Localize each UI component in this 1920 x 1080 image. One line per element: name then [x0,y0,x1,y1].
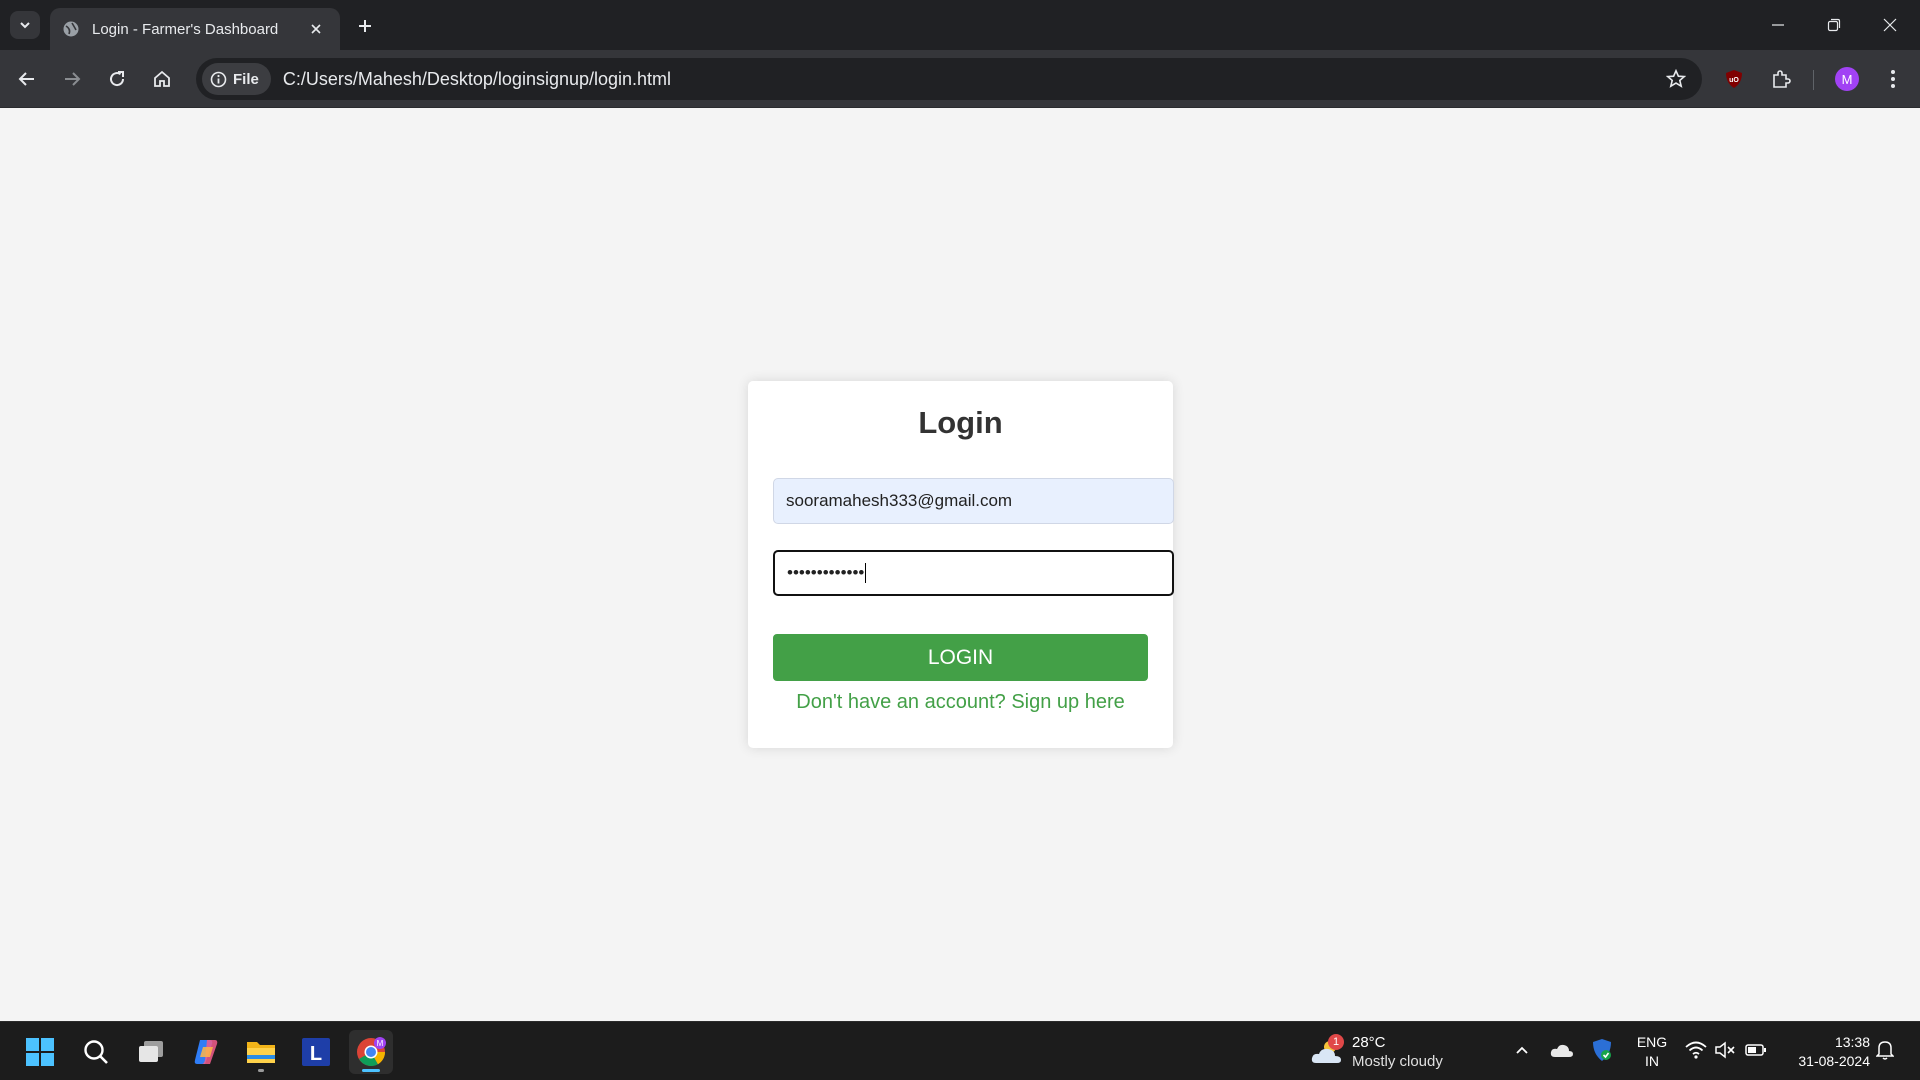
chrome-icon: M [357,1037,386,1067]
restore-icon [1827,18,1841,32]
svg-text:uO: uO [1729,77,1739,84]
reload-button[interactable] [100,62,134,96]
password-field[interactable]: ••••••••••••• [773,550,1174,596]
weather-alert-badge: 1 [1328,1034,1344,1050]
login-title: Login [918,405,1003,440]
clock[interactable]: 13:38 31-08-2024 [1780,1033,1870,1071]
tab-title: Login - Farmer's Dashboard [92,20,279,38]
browser-menu-button[interactable] [1876,62,1910,96]
info-icon [210,71,227,87]
chevron-up-icon [1516,1046,1528,1054]
copilot-icon [194,1040,218,1064]
clock-time: 13:38 [1834,1034,1870,1050]
l-app-icon: L [302,1038,330,1066]
url-text: C:/Users/Mahesh/Desktop/loginsignup/logi… [282,68,672,89]
volume-muted-icon [1715,1041,1735,1059]
globe-icon [62,20,80,38]
running-indicator [258,1069,264,1072]
toolbar-separator [1813,70,1814,90]
address-bar[interactable]: File C:/Users/Mahesh/Desktop/loginsignup… [196,58,1702,100]
home-button[interactable] [145,62,179,96]
folder-icon [247,1042,275,1063]
minimize-button[interactable] [1750,0,1806,50]
weather-description: Mostly cloudy [1352,1053,1443,1070]
new-tab-button[interactable] [350,12,380,40]
search-button[interactable] [74,1030,118,1074]
tab-search-button[interactable] [10,11,40,39]
forward-button[interactable] [55,62,89,96]
more-vertical-icon [1891,70,1895,88]
login-card: Login sooramahesh333@gmail.com •••••••••… [748,381,1174,748]
close-tab-icon[interactable] [304,17,328,41]
text-caret [865,563,867,583]
email-value: sooramahesh333@gmail.com [786,491,1013,510]
show-hidden-icons-button[interactable] [1510,1038,1534,1062]
browser-tab-strip: Login - Farmer's Dashboard [0,0,1920,50]
close-icon [1883,18,1897,32]
windows-logo-icon [26,1038,54,1066]
back-button[interactable] [10,62,44,96]
restore-button[interactable] [1806,0,1862,50]
plus-icon [359,20,371,32]
notifications-button[interactable] [1873,1038,1897,1062]
chevron-down-icon [20,22,30,29]
arrow-right-icon [65,72,81,86]
wifi-icon [1685,1041,1707,1059]
defender-shield-icon [1593,1039,1611,1061]
ublock-shield-icon: uO [1726,70,1742,88]
onedrive-tray-button[interactable] [1550,1038,1574,1062]
bookmark-button[interactable] [1660,63,1692,95]
active-window-indicator [362,1069,380,1072]
arrow-left-icon [18,72,34,86]
weather-widget[interactable]: 1 28°C Mostly cloudy [1310,1030,1443,1074]
reload-icon [110,71,125,87]
ublock-extension-button[interactable]: uO [1717,62,1751,96]
home-icon [154,70,170,87]
language-code: ENG [1636,1034,1668,1050]
chrome-taskbar-button[interactable]: M [349,1030,393,1074]
svg-text:M: M [377,1039,384,1048]
copilot-button[interactable] [184,1030,228,1074]
volume-tray-button[interactable] [1713,1038,1737,1062]
network-tray-button[interactable] [1684,1038,1708,1062]
browser-toolbar: File C:/Users/Mahesh/Desktop/loginsignup… [0,50,1920,108]
close-window-button[interactable] [1862,0,1918,50]
language-indicator[interactable]: ENG IN [1635,1033,1669,1071]
site-info-chip[interactable]: File [202,63,271,95]
search-icon [84,1040,108,1064]
extensions-button[interactable] [1764,62,1798,96]
clock-date: 31-08-2024 [1798,1053,1870,1069]
email-field[interactable]: sooramahesh333@gmail.com [773,478,1174,524]
signup-link[interactable]: Don't have an account? Sign up here [748,691,1173,714]
battery-tray-button[interactable] [1744,1038,1768,1062]
minimize-icon [1772,24,1784,26]
taskbar: L M 1 28°C Mostly cloudy ENG IN 13:38 31… [0,1021,1920,1080]
browser-tab-active[interactable]: Login - Farmer's Dashboard [50,8,340,50]
avatar: M [1835,67,1859,91]
start-button[interactable] [18,1030,62,1074]
l-app-button[interactable]: L [294,1030,338,1074]
task-view-icon [139,1041,163,1062]
battery-icon [1745,1044,1766,1056]
site-chip-label: File [233,70,259,88]
svg-text:L: L [310,1043,322,1065]
login-button[interactable]: LOGIN [773,634,1148,681]
star-icon [1666,69,1686,88]
file-explorer-button[interactable] [239,1030,283,1074]
weather-temperature: 28°C [1352,1034,1386,1051]
password-value: ••••••••••••• [787,563,865,582]
bell-icon [1876,1041,1894,1060]
profile-button[interactable]: M [1830,62,1864,96]
page-viewport: Login sooramahesh333@gmail.com •••••••••… [0,109,1920,1021]
security-tray-button[interactable] [1590,1038,1614,1062]
task-view-button[interactable] [129,1030,173,1074]
puzzle-icon [1773,70,1791,88]
cloud-icon [1550,1044,1573,1057]
region-code: IN [1645,1053,1659,1069]
